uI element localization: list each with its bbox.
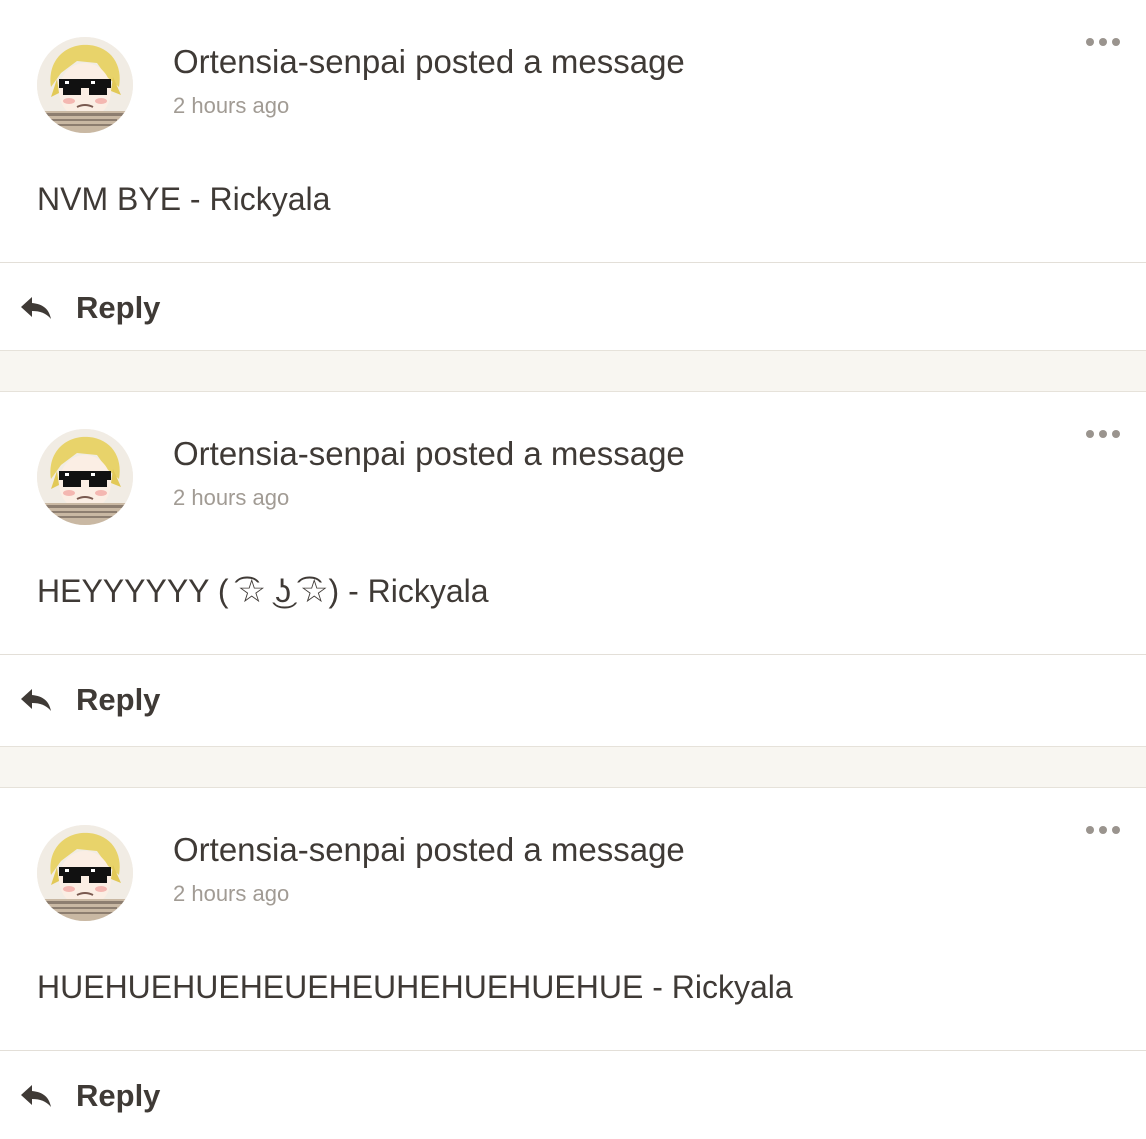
post-title[interactable]: Ortensia-senpai posted a message <box>173 40 685 84</box>
more-dots-icon <box>1086 430 1094 438</box>
divider <box>0 654 1146 655</box>
post-message: HUEHUEHUEHEUEHEUHEHUEHUEHUE - Rickyala <box>37 969 793 1005</box>
more-dots-icon <box>1086 38 1094 46</box>
post-separator <box>0 350 1146 392</box>
post-message: NVM BYE - Rickyala <box>37 181 331 217</box>
more-dots-icon <box>1112 430 1120 438</box>
more-dots-icon <box>1099 38 1107 46</box>
more-dots-icon <box>1099 826 1107 834</box>
user-avatar[interactable] <box>37 429 133 525</box>
more-options-button[interactable] <box>1078 28 1128 56</box>
avatar-image <box>37 37 133 133</box>
reply-arrow-icon <box>21 297 51 319</box>
more-dots-icon <box>1099 430 1107 438</box>
message-feed: Ortensia-senpai posted a message 2 hours… <box>0 0 1146 1139</box>
post-title[interactable]: Ortensia-senpai posted a message <box>173 828 685 872</box>
more-options-button[interactable] <box>1078 816 1128 844</box>
reply-arrow-icon <box>21 1085 51 1107</box>
user-avatar[interactable] <box>37 37 133 133</box>
divider <box>0 262 1146 263</box>
post-timestamp: 2 hours ago <box>173 881 290 906</box>
user-avatar[interactable] <box>37 825 133 921</box>
message-post: Ortensia-senpai posted a message 2 hours… <box>0 0 1146 351</box>
avatar-image <box>37 429 133 525</box>
reply-label: Reply <box>76 1078 161 1113</box>
more-dots-icon <box>1112 38 1120 46</box>
post-separator <box>0 746 1146 788</box>
reply-button[interactable]: Reply <box>18 1068 160 1124</box>
reply-label: Reply <box>76 682 161 717</box>
post-timestamp: 2 hours ago <box>173 485 290 510</box>
avatar-image <box>37 825 133 921</box>
reply-label: Reply <box>76 290 161 325</box>
message-post: Ortensia-senpai posted a message 2 hours… <box>0 788 1146 1139</box>
post-message: HEYYYYYY ( ͡☆ ͜ʖ ͡☆) - Rickyala <box>37 573 489 609</box>
post-timestamp: 2 hours ago <box>173 93 290 118</box>
reply-button[interactable]: Reply <box>18 280 160 336</box>
more-dots-icon <box>1112 826 1120 834</box>
reply-arrow-icon <box>21 689 51 711</box>
message-post: Ortensia-senpai posted a message 2 hours… <box>0 392 1146 743</box>
more-dots-icon <box>1086 826 1094 834</box>
divider <box>0 1050 1146 1051</box>
more-options-button[interactable] <box>1078 420 1128 448</box>
post-title[interactable]: Ortensia-senpai posted a message <box>173 432 685 476</box>
reply-button[interactable]: Reply <box>18 672 160 728</box>
